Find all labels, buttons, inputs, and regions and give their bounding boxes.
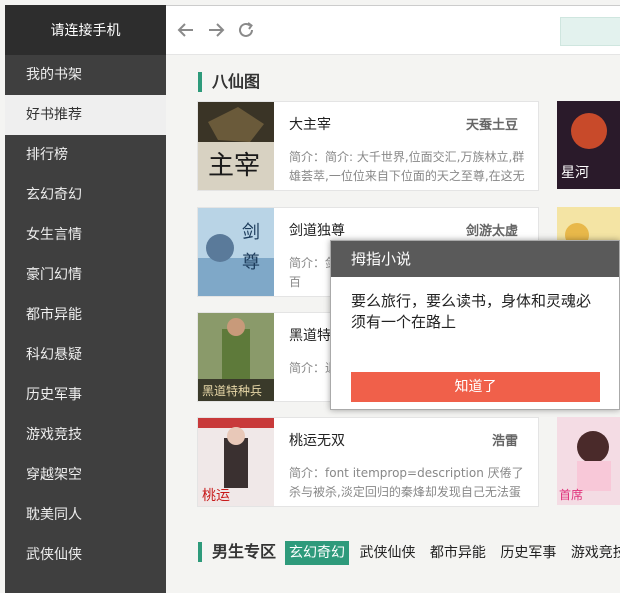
- sidebar-item-time-travel[interactable]: 穿越架空: [5, 455, 166, 495]
- book-card[interactable]: 主宰 大主宰 天蚕土豆 简介：简介: 大千世界,位面交汇,万族林立,群雄荟萃,一…: [197, 101, 539, 191]
- sidebar-item-scifi[interactable]: 科幻悬疑: [5, 335, 166, 375]
- sidebar-item-partial[interactable]: [5, 575, 166, 593]
- sidebar-item-fan-fiction[interactable]: 耽美同人: [5, 495, 166, 535]
- dialog-message: 要么旅行，要么读书，身体和灵魂必须有一个在路上: [351, 292, 592, 331]
- svg-text:主宰: 主宰: [208, 151, 260, 181]
- sidebar-item-games[interactable]: 游戏竞技: [5, 415, 166, 455]
- svg-text:首席: 首席: [559, 487, 583, 502]
- book-cover-image[interactable]: 剑 尊: [198, 208, 274, 296]
- book-cover-image[interactable]: 星河: [557, 101, 620, 189]
- book-title[interactable]: 大主宰: [289, 114, 331, 134]
- sidebar-item-wealthy[interactable]: 豪门幻情: [5, 255, 166, 295]
- sidebar-item-history[interactable]: 历史军事: [5, 375, 166, 415]
- dialog-title: 拇指小说: [331, 241, 619, 277]
- book-author: 剑游太虚: [465, 224, 518, 239]
- tab-wuxia[interactable]: 武侠仙侠: [355, 541, 419, 565]
- sidebar-item-wuxia[interactable]: 武侠仙侠: [5, 535, 166, 575]
- book-title[interactable]: 剑道独尊: [289, 220, 345, 240]
- book-cover-image[interactable]: 首席: [557, 417, 620, 505]
- arrow-left-icon[interactable]: [175, 19, 197, 41]
- book-author: 浩雷: [491, 434, 518, 449]
- svg-text:星河: 星河: [561, 165, 589, 181]
- svg-text:桃运: 桃运: [202, 488, 230, 504]
- book-cover-image[interactable]: 桃运: [198, 418, 274, 506]
- ok-button[interactable]: 知道了: [351, 372, 600, 402]
- tab-fantasy[interactable]: 玄幻奇幻: [285, 541, 349, 565]
- search-input[interactable]: [560, 17, 620, 46]
- notice-dialog: 拇指小说 要么旅行，要么读书，身体和灵魂必须有一个在路上 知道了: [330, 240, 620, 410]
- reload-icon[interactable]: [235, 19, 257, 41]
- book-title[interactable]: 桃运无双: [289, 430, 345, 450]
- genre-tabs: 玄幻奇幻 武侠仙侠 都市异能 历史军事 游戏竞技: [285, 541, 620, 565]
- tab-games[interactable]: 游戏竞技: [567, 541, 620, 565]
- book-intro: 简介：简介: 大千世界,位面交汇,万族林立,群雄荟萃,一位位来自下位面的天之至尊…: [289, 150, 525, 183]
- sidebar-item-fantasy[interactable]: 玄幻奇幻: [5, 175, 166, 215]
- book-author: 天蚕土豆: [465, 118, 518, 133]
- app-window: 请连接手机 我的书架 好书推荐 排行榜 玄幻奇幻 女生言情 豪门幻情 都市异能 …: [0, 0, 620, 593]
- book-cover-image[interactable]: 黑道特种兵: [198, 313, 274, 401]
- arrow-right-icon[interactable]: [205, 19, 227, 41]
- sidebar-item-romance[interactable]: 女生言情: [5, 215, 166, 255]
- book-cover-image[interactable]: 主宰: [198, 102, 274, 190]
- book-intro: 简介：font itemprop=description 厌倦了杀与被杀,淡定回…: [289, 466, 524, 499]
- tab-urban[interactable]: 都市异能: [426, 541, 490, 565]
- browser-toolbar: [166, 5, 620, 55]
- sidebar-item-ranking[interactable]: 排行榜: [5, 135, 166, 175]
- sidebar: 请连接手机 我的书架 好书推荐 排行榜 玄幻奇幻 女生言情 豪门幻情 都市异能 …: [5, 5, 166, 593]
- svg-text:黑道特种兵: 黑道特种兵: [202, 383, 262, 398]
- section-title-baxiantu: 八仙图: [198, 72, 260, 92]
- sidebar-item-urban[interactable]: 都市异能: [5, 295, 166, 335]
- connect-phone-header[interactable]: 请连接手机: [5, 5, 166, 55]
- svg-text:尊: 尊: [242, 252, 260, 273]
- book-card[interactable]: 桃运 桃运无双 浩雷 简介：font itemprop=description …: [197, 417, 539, 507]
- sidebar-item-recommended[interactable]: 好书推荐: [5, 95, 166, 135]
- tab-history[interactable]: 历史军事: [496, 541, 560, 565]
- section-title-male-zone: 男生专区: [198, 542, 276, 562]
- svg-text:剑: 剑: [242, 222, 260, 243]
- sidebar-item-bookshelf[interactable]: 我的书架: [5, 55, 166, 95]
